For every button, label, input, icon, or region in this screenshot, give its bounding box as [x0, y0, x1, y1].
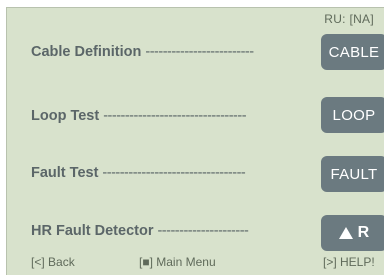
hr-button-label: R: [357, 224, 370, 241]
menu-item-label: Cable Definition: [31, 44, 142, 60]
menu-item-dashes: ---------------------------------: [102, 165, 246, 181]
back-softkey[interactable]: [<] Back: [31, 255, 75, 269]
menu-item-label: HR Fault Detector: [31, 223, 154, 239]
loop-button-label: LOOP: [332, 106, 376, 124]
loop-button[interactable]: LOOP: [321, 97, 384, 133]
main-menu-softkey[interactable]: [■] Main Menu: [139, 255, 216, 269]
fault-button-label: FAULT: [330, 165, 378, 183]
triangle-up-icon: [338, 227, 353, 239]
menu-item-fault-test: Fault Test ------------------------------…: [31, 165, 246, 181]
menu-item-dashes: -------------------------: [145, 44, 254, 60]
menu-item-cable-definition: Cable Definition ------------------------…: [31, 44, 254, 60]
device-screen: RU: [NA] Cable Definition ---------------…: [6, 7, 384, 275]
cable-button-label: CABLE: [328, 43, 380, 61]
menu-item-label: Fault Test: [31, 165, 99, 181]
ru-status: RU: [NA]: [324, 12, 374, 26]
hr-fault-detector-button[interactable]: R: [321, 215, 384, 251]
help-softkey[interactable]: [>] HELP!: [323, 255, 375, 269]
menu-item-hr-fault-detector: HR Fault Detector ---------------------: [31, 223, 249, 239]
menu-item-dashes: ---------------------: [157, 223, 249, 239]
menu-item-dashes: ---------------------------------: [103, 108, 247, 124]
fault-button[interactable]: FAULT: [321, 156, 384, 192]
menu-item-loop-test: Loop Test -------------------------------…: [31, 108, 247, 124]
cable-button[interactable]: CABLE: [321, 34, 384, 70]
menu-item-label: Loop Test: [31, 108, 100, 124]
